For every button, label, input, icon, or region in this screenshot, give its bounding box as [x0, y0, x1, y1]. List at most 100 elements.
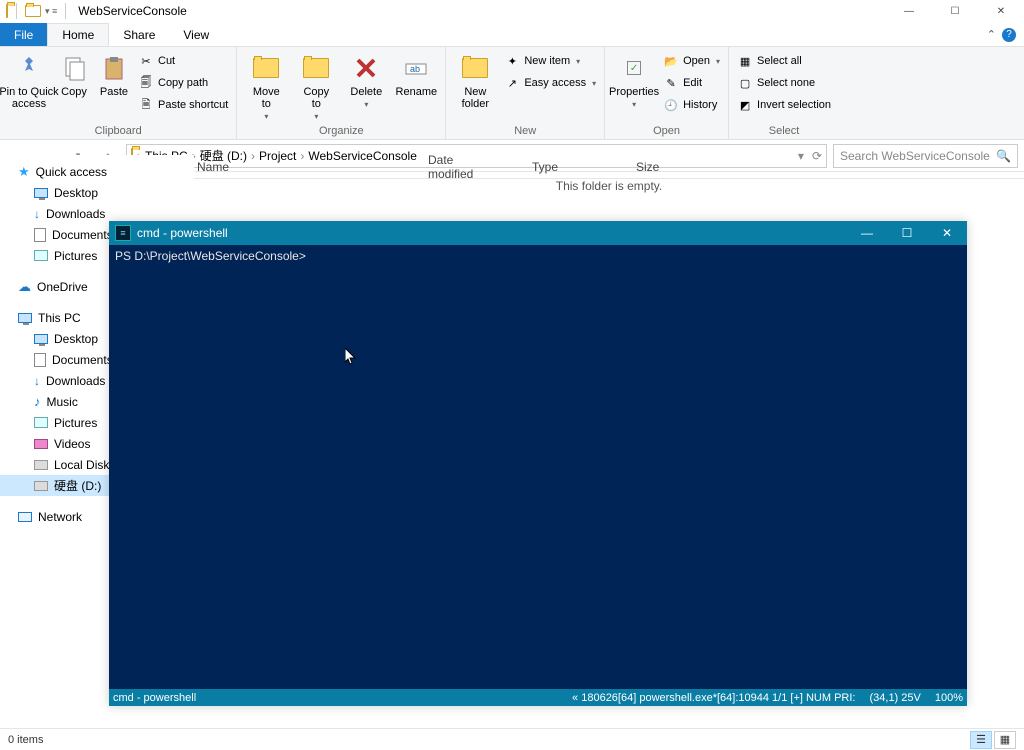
minimize-button[interactable]: —	[886, 0, 932, 23]
qat-dropdown-icon[interactable]: ▾ ≡	[45, 6, 57, 17]
paste-button[interactable]: Paste	[96, 50, 132, 98]
copy-to-button[interactable]: Copy to▾	[293, 50, 339, 121]
pasteshort-icon: 🗎	[138, 97, 154, 113]
window-title: WebServiceConsole	[78, 4, 187, 18]
group-label: Open	[611, 124, 722, 137]
star-icon: ★	[18, 164, 30, 180]
easyaccess-icon: ↗	[504, 75, 520, 91]
copyto-icon	[300, 52, 332, 84]
properties-button[interactable]: ✓Properties▾	[611, 50, 657, 109]
col-name[interactable]: Name	[197, 160, 428, 174]
download-icon: ↓	[34, 374, 40, 388]
tab-share[interactable]: Share	[109, 23, 169, 46]
terminal-status-left: cmd - powershell	[113, 692, 196, 704]
ribbon-chevron-icon[interactable]: ⌃	[987, 28, 996, 41]
terminal-close-button[interactable]: ✕	[927, 221, 967, 245]
terminal-status-pct: 100%	[935, 692, 963, 704]
qat-item[interactable]	[25, 5, 41, 17]
details-view-button[interactable]: ☰	[970, 731, 992, 749]
cut-button[interactable]: ✂Cut	[136, 51, 230, 71]
group-label: Organize	[243, 124, 439, 137]
document-icon	[34, 228, 46, 242]
moveto-icon	[250, 52, 282, 84]
new-folder-button[interactable]: New folder	[452, 50, 498, 110]
rename-icon: ab	[400, 52, 432, 84]
select-all-button[interactable]: ▦Select all	[735, 51, 833, 71]
terminal-minimize-button[interactable]: —	[847, 221, 887, 245]
music-icon: ♪	[34, 394, 41, 409]
newitem-icon: ✦	[504, 53, 520, 69]
ribbon: Pin to Quick access Copy Paste ✂Cut 🗐Cop…	[0, 47, 1024, 140]
terminal-body[interactable]: PS D:\Project\WebServiceConsole>	[109, 245, 967, 269]
group-organize: Move to▾ Copy to▾ Delete▾ abRename Organ…	[237, 47, 446, 139]
video-icon	[34, 439, 48, 449]
move-to-button[interactable]: Move to▾	[243, 50, 289, 121]
terminal-prompt: PS D:\Project\WebServiceConsole>	[115, 249, 306, 263]
terminal-titlebar[interactable]: ≡ cmd - powershell — ☐ ✕	[109, 221, 967, 245]
col-type[interactable]: Type	[532, 160, 636, 174]
icons-view-button[interactable]: ▦	[994, 731, 1016, 749]
download-icon: ↓	[34, 207, 40, 221]
group-select: ▦Select all ▢Select none ◩Invert selecti…	[729, 47, 839, 139]
folder-icon	[6, 5, 8, 17]
rename-button[interactable]: abRename	[393, 50, 439, 98]
group-clipboard: Pin to Quick access Copy Paste ✂Cut 🗐Cop…	[0, 47, 237, 139]
copy-button[interactable]: Copy	[56, 50, 92, 98]
help-icon[interactable]: ?	[1002, 28, 1016, 42]
svg-text:ab: ab	[410, 64, 420, 74]
edit-icon: ✎	[663, 75, 679, 91]
paste-shortcut-button[interactable]: 🗎Paste shortcut	[136, 95, 230, 115]
select-none-button[interactable]: ▢Select none	[735, 73, 833, 93]
easy-access-button[interactable]: ↗Easy access▾	[502, 73, 598, 93]
terminal-statusbar: cmd - powershell « 180626[64] powershell…	[109, 689, 967, 706]
disk-icon	[34, 481, 48, 491]
group-open: ✓Properties▾ 📂Open▾ ✎Edit 🕘History Open	[605, 47, 729, 139]
newfolder-icon	[459, 52, 491, 84]
history-button[interactable]: 🕘History	[661, 95, 722, 115]
terminal-maximize-button[interactable]: ☐	[887, 221, 927, 245]
tab-file[interactable]: File	[0, 23, 47, 46]
document-icon	[34, 353, 46, 367]
col-date[interactable]: Date modified	[428, 153, 532, 181]
explorer-titlebar: ▾ ≡ WebServiceConsole — ☐ ✕	[0, 0, 1024, 23]
pc-icon	[18, 313, 32, 323]
paste-icon	[98, 52, 130, 84]
group-label: New	[452, 124, 598, 137]
history-icon: 🕘	[663, 97, 679, 113]
close-button[interactable]: ✕	[978, 0, 1024, 23]
maximize-button[interactable]: ☐	[932, 0, 978, 23]
delete-button[interactable]: Delete▾	[343, 50, 389, 109]
group-label: Select	[735, 124, 833, 137]
nav-desktop[interactable]: Desktop	[0, 182, 194, 203]
status-bar: 0 items ☰ ▦	[0, 728, 1024, 750]
empty-message: This folder is empty.	[194, 179, 1024, 193]
cloud-icon: ☁	[18, 279, 31, 295]
tab-view[interactable]: View	[169, 23, 223, 46]
copy-icon	[58, 52, 90, 84]
open-button[interactable]: 📂Open▾	[661, 51, 722, 71]
col-size[interactable]: Size	[636, 160, 699, 174]
copy-path-button[interactable]: 🗐Copy path	[136, 73, 230, 93]
properties-icon: ✓	[618, 52, 650, 84]
edit-button[interactable]: ✎Edit	[661, 73, 722, 93]
terminal-status-pos: (34,1) 25V	[869, 692, 920, 704]
terminal-title: cmd - powershell	[137, 226, 228, 240]
terminal-status-mid: « 180626[64] powershell.exe*[64]:10944 1…	[572, 692, 855, 704]
cut-icon: ✂	[138, 53, 154, 69]
terminal-icon: ≡	[115, 225, 131, 241]
invert-icon: ◩	[737, 97, 753, 113]
ribbon-tabs: File Home Share View ⌃ ?	[0, 23, 1024, 47]
nav-quick-access[interactable]: ★Quick access	[0, 161, 194, 182]
open-icon: 📂	[663, 53, 679, 69]
tab-home[interactable]: Home	[47, 23, 109, 46]
pin-icon	[13, 52, 45, 84]
invert-selection-button[interactable]: ◩Invert selection	[735, 95, 833, 115]
disk-icon	[34, 460, 48, 470]
new-item-button[interactable]: ✦New item▾	[502, 51, 598, 71]
picture-icon	[34, 250, 48, 261]
group-label: Clipboard	[6, 124, 230, 137]
column-headers: Name Date modified Type Size	[194, 155, 1024, 179]
pin-quick-access-button[interactable]: Pin to Quick access	[6, 50, 52, 110]
copypath-icon: 🗐	[138, 75, 154, 91]
group-new: New folder ✦New item▾ ↗Easy access▾ New	[446, 47, 605, 139]
